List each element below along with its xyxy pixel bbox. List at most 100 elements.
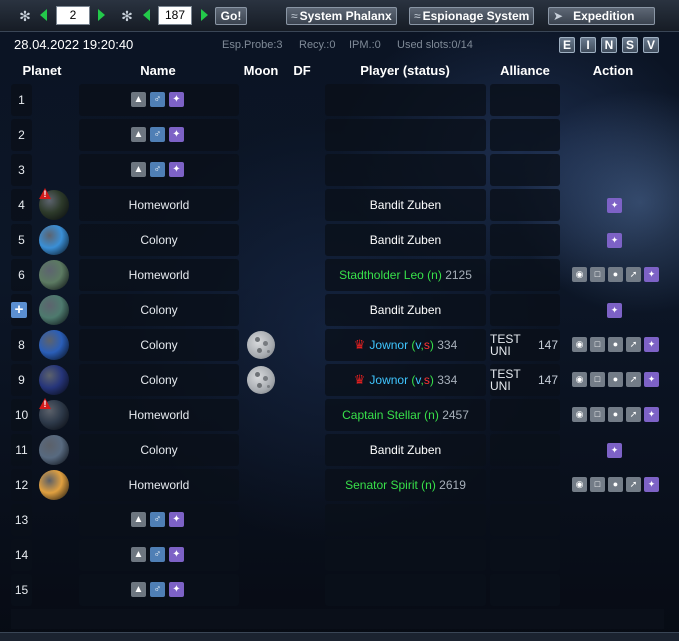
transport-icon[interactable]: ♂ xyxy=(150,547,165,562)
planet-image[interactable] xyxy=(39,435,69,465)
galaxy-next-arrow[interactable] xyxy=(98,9,105,21)
spy-icon[interactable]: ✦ xyxy=(607,443,622,458)
player-score: 2125 xyxy=(445,268,472,282)
missile-icon[interactable]: ➚ xyxy=(626,372,641,387)
eye-icon[interactable]: ◉ xyxy=(572,337,587,352)
alliance-tag[interactable]: TEST UNI xyxy=(490,368,530,392)
position-number: 14 xyxy=(11,539,32,571)
spy-icon[interactable]: ✦ xyxy=(644,407,659,422)
eye-icon[interactable]: ◉ xyxy=(572,407,587,422)
spy-icon[interactable]: ✦ xyxy=(169,512,184,527)
spy-icon[interactable]: ✦ xyxy=(169,582,184,597)
spy-icon[interactable]: ✦ xyxy=(644,477,659,492)
transport-icon[interactable]: ♂ xyxy=(150,512,165,527)
player-name[interactable]: Stadtholder Leo xyxy=(339,268,424,282)
expedition-button[interactable]: ➤ Expedition xyxy=(548,7,655,25)
buddy-icon[interactable]: ● xyxy=(608,337,623,352)
colonize-icon[interactable]: ▲ xyxy=(131,512,146,527)
planet-image[interactable] xyxy=(39,365,69,395)
message-icon[interactable]: □ xyxy=(590,267,605,282)
message-icon[interactable]: □ xyxy=(590,337,605,352)
missile-icon[interactable]: ➚ xyxy=(626,267,641,282)
player-cell xyxy=(325,154,486,186)
colonize-icon[interactable]: ▲ xyxy=(131,92,146,107)
missile-icon[interactable]: ➚ xyxy=(626,337,641,352)
espionage-system-label: Espionage System xyxy=(422,9,530,23)
transport-icon[interactable]: ♂ xyxy=(150,162,165,177)
planet-name[interactable]: Colony xyxy=(79,294,239,326)
player-name[interactable]: Bandit Zuben xyxy=(370,303,441,317)
colonize-icon[interactable]: ▲ xyxy=(131,162,146,177)
spy-icon[interactable]: ✦ xyxy=(607,233,622,248)
galaxy-input[interactable]: 2 xyxy=(56,6,90,25)
eye-icon[interactable]: ◉ xyxy=(572,267,587,282)
colonize-icon[interactable]: ▲ xyxy=(131,127,146,142)
player-name[interactable]: Bandit Zuben xyxy=(370,198,441,212)
planet-name[interactable]: Homeworld xyxy=(79,399,239,431)
player-name[interactable]: Senator Spirit xyxy=(345,478,418,492)
filter-e-button[interactable]: E xyxy=(559,37,575,53)
missile-icon[interactable]: ➚ xyxy=(626,407,641,422)
player-status: (v,s) xyxy=(411,373,434,387)
transport-icon[interactable]: ♂ xyxy=(150,92,165,107)
transport-icon[interactable]: ♂ xyxy=(150,582,165,597)
buddy-icon[interactable]: ● xyxy=(608,267,623,282)
planet-name[interactable]: Colony xyxy=(79,434,239,466)
expand-plus-icon[interactable]: + xyxy=(11,302,27,318)
filter-s-button[interactable]: S xyxy=(622,37,638,53)
spy-icon[interactable]: ✦ xyxy=(169,92,184,107)
moon-image[interactable] xyxy=(247,331,275,359)
planet-name[interactable]: Colony xyxy=(79,329,239,361)
player-name[interactable]: Bandit Zuben xyxy=(370,443,441,457)
planet-name[interactable]: Homeworld xyxy=(79,259,239,291)
missile-icon[interactable]: ➚ xyxy=(626,477,641,492)
system-input[interactable]: 187 xyxy=(158,6,192,25)
planet-image[interactable] xyxy=(39,470,69,500)
buddy-icon[interactable]: ● xyxy=(608,407,623,422)
go-button[interactable]: Go! xyxy=(215,7,247,25)
galaxy-icon: ✻ xyxy=(19,8,31,24)
filter-i-button[interactable]: I xyxy=(580,37,596,53)
planet-name[interactable]: Homeworld xyxy=(79,469,239,501)
system-next-arrow[interactable] xyxy=(201,9,208,21)
spy-icon[interactable]: ✦ xyxy=(169,162,184,177)
galaxy-prev-arrow[interactable] xyxy=(40,9,47,21)
planet-name[interactable]: Homeworld xyxy=(79,189,239,221)
message-icon[interactable]: □ xyxy=(590,372,605,387)
spy-icon[interactable]: ✦ xyxy=(607,303,622,318)
filter-n-button[interactable]: N xyxy=(601,37,617,53)
planet-name[interactable]: Colony xyxy=(79,364,239,396)
spy-icon[interactable]: ✦ xyxy=(644,372,659,387)
planet-image[interactable] xyxy=(39,295,69,325)
message-icon[interactable]: □ xyxy=(590,407,605,422)
moon-image[interactable] xyxy=(247,366,275,394)
buddy-icon[interactable]: ● xyxy=(608,477,623,492)
spy-icon[interactable]: ✦ xyxy=(169,547,184,562)
system-phalanx-button[interactable]: ≈ System Phalanx xyxy=(286,7,397,25)
player-name[interactable]: Bandit Zuben xyxy=(370,233,441,247)
planet-image[interactable] xyxy=(39,330,69,360)
filter-v-button[interactable]: V xyxy=(643,37,659,53)
spy-icon[interactable]: ✦ xyxy=(607,198,622,213)
alliance-tag[interactable]: TEST UNI xyxy=(490,333,530,357)
spy-icon[interactable]: ✦ xyxy=(644,267,659,282)
position-number: 4 xyxy=(11,189,32,221)
colonize-icon[interactable]: ▲ xyxy=(131,582,146,597)
planet-image[interactable] xyxy=(39,260,69,290)
spy-icon[interactable]: ✦ xyxy=(644,337,659,352)
planet-name[interactable]: Colony xyxy=(79,224,239,256)
eye-icon[interactable]: ◉ xyxy=(572,372,587,387)
spy-icon[interactable]: ✦ xyxy=(169,127,184,142)
transport-icon[interactable]: ♂ xyxy=(150,127,165,142)
player-name[interactable]: Captain Stellar xyxy=(342,408,421,422)
colonize-icon[interactable]: ▲ xyxy=(131,547,146,562)
player-name[interactable]: Jownor xyxy=(369,373,408,387)
message-icon[interactable]: □ xyxy=(590,477,605,492)
player-name[interactable]: Jownor xyxy=(369,338,408,352)
buddy-icon[interactable]: ● xyxy=(608,372,623,387)
eye-icon[interactable]: ◉ xyxy=(572,477,587,492)
system-prev-arrow[interactable] xyxy=(143,9,150,21)
espionage-system-button[interactable]: ≈ Espionage System xyxy=(409,7,535,25)
header-df: DF xyxy=(293,63,311,78)
planet-image[interactable] xyxy=(39,225,69,255)
